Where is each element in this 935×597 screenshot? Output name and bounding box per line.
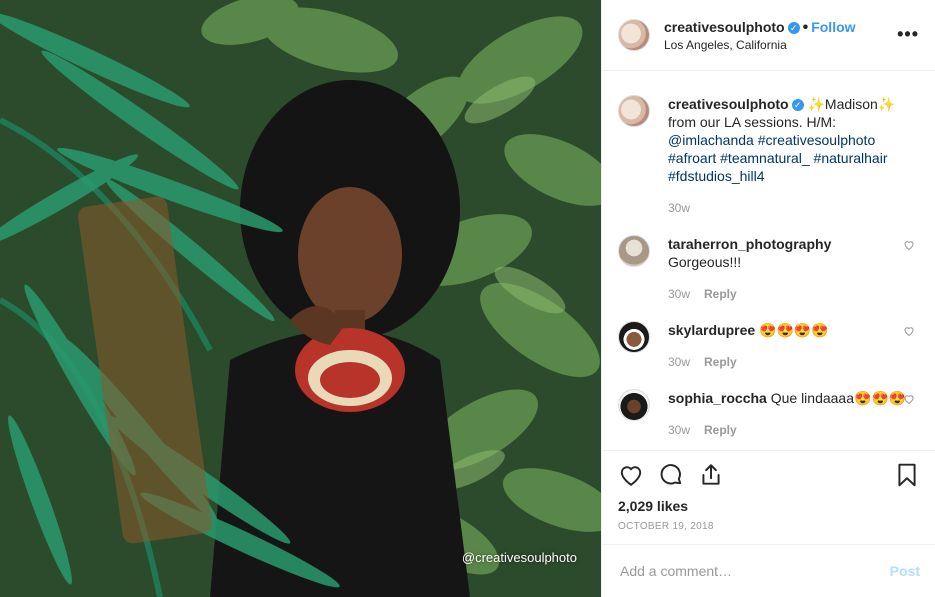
- comment-body: sophia_roccha Que lindaaaa😍😍😍 30w Reply: [668, 389, 919, 439]
- reply-button[interactable]: Reply: [704, 423, 737, 437]
- comment-item: sophia_roccha Que lindaaaa😍😍😍 30w Reply: [618, 389, 919, 439]
- commenter-avatar[interactable]: [618, 235, 650, 267]
- post-sidebar: creativesoulphoto ✓ • Follow Los Angeles, C…: [601, 0, 935, 597]
- comment-meta: 30w Reply: [668, 285, 919, 303]
- like-comment-heart-icon[interactable]: [903, 325, 915, 337]
- hashtag[interactable]: #naturalhair: [814, 150, 888, 166]
- comment-meta: 30w Reply: [668, 421, 919, 439]
- verified-badge-icon: ✓: [791, 99, 804, 111]
- caption-meta: 30w: [668, 199, 919, 217]
- post-date: OCTOBER 19, 2018: [618, 521, 714, 532]
- hashtag[interactable]: #fdstudios_hill4: [668, 168, 765, 184]
- reply-button[interactable]: Reply: [704, 287, 737, 301]
- hashtag[interactable]: #creativesoulphoto: [758, 132, 876, 148]
- post-comment-button[interactable]: Post: [890, 563, 920, 579]
- verified-badge-icon: ✓: [787, 21, 800, 34]
- heart-icon[interactable]: [618, 462, 644, 488]
- comment-icon[interactable]: [658, 462, 684, 488]
- comment-item: taraherron_photography Gorgeous!!! 30w Re…: [618, 235, 919, 303]
- comment-username[interactable]: sophia_roccha: [668, 390, 767, 406]
- photo-illustration: [0, 0, 601, 597]
- comment-text: 😍😍😍😍: [759, 322, 829, 338]
- owner-info: creativesoulphoto ✓ • Follow Los Angeles, C…: [664, 18, 856, 53]
- comment-time: 30w: [668, 423, 691, 437]
- more-options-icon[interactable]: •••: [897, 24, 919, 45]
- follow-button[interactable]: Follow: [811, 19, 855, 35]
- comment-time: 30w: [668, 355, 691, 369]
- comment-body: skylardupree 😍😍😍😍 30w Reply: [668, 321, 919, 371]
- owner-avatar[interactable]: [618, 19, 650, 51]
- comment-username[interactable]: taraherron_photography: [668, 236, 831, 252]
- caption: creativesoulphoto ✓ ✨Madison✨ from our LA…: [618, 95, 919, 217]
- hashtag[interactable]: #teamnatural_: [720, 150, 810, 166]
- separator-dot: •: [802, 18, 809, 36]
- comment-text: Gorgeous!!!: [668, 254, 742, 270]
- caption-avatar[interactable]: [618, 95, 650, 127]
- like-comment-heart-icon[interactable]: [903, 239, 915, 251]
- hashtag[interactable]: #afroart: [668, 150, 716, 166]
- caption-time: 30w: [668, 201, 691, 215]
- commenter-avatar[interactable]: [618, 389, 650, 421]
- like-comment-heart-icon[interactable]: [903, 393, 915, 405]
- comment-time: 30w: [668, 287, 691, 301]
- caption-mention[interactable]: @imlachanda: [668, 132, 754, 148]
- caption-username[interactable]: creativesoulphoto: [668, 96, 789, 112]
- post-location[interactable]: Los Angeles, California: [664, 38, 856, 53]
- add-comment-bar: Post: [602, 544, 935, 597]
- comment-body: taraherron_photography Gorgeous!!! 30w Re…: [668, 235, 919, 303]
- post-photo[interactable]: @creativesoulphoto: [0, 0, 601, 597]
- share-icon[interactable]: [698, 462, 724, 488]
- post-actions: 2,029 likes OCTOBER 19, 2018: [602, 450, 935, 532]
- comment-text: Que lindaaaa😍😍😍: [770, 390, 907, 406]
- caption-body: creativesoulphoto ✓ ✨Madison✨ from our LA…: [668, 95, 919, 217]
- post-header: creativesoulphoto ✓ • Follow Los Angeles, C…: [602, 0, 935, 71]
- bookmark-icon[interactable]: [894, 462, 920, 488]
- comment-item: skylardupree 😍😍😍😍 30w Reply: [618, 321, 919, 371]
- action-icons: [618, 461, 920, 489]
- commenter-avatar[interactable]: [618, 321, 650, 353]
- photo-watermark: @creativesoulphoto: [461, 550, 577, 565]
- comments-list[interactable]: creativesoulphoto ✓ ✨Madison✨ from our LA…: [602, 71, 935, 451]
- likes-count[interactable]: 2,029 likes: [618, 498, 920, 514]
- reply-button[interactable]: Reply: [704, 355, 737, 369]
- owner-username[interactable]: creativesoulphoto: [664, 19, 785, 35]
- instagram-post: @creativesoulphoto creativesoulphoto ✓ • Fo…: [0, 0, 935, 597]
- comment-username[interactable]: skylardupree: [668, 322, 755, 338]
- comment-input[interactable]: [618, 562, 890, 580]
- comment-meta: 30w Reply: [668, 353, 919, 371]
